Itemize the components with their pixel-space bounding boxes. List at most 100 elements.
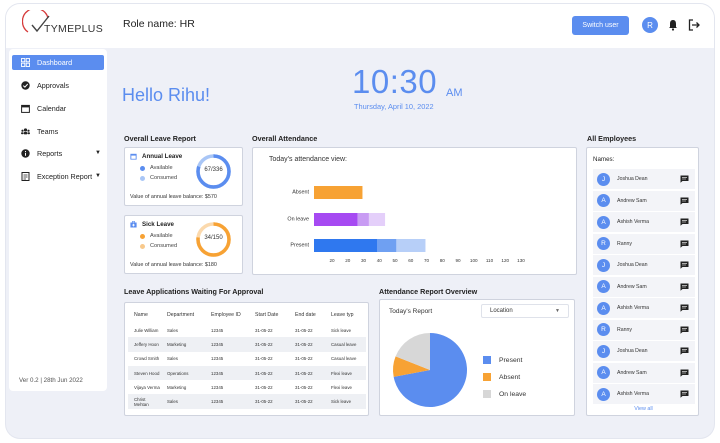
chat-icon[interactable] [680,283,689,291]
chat-icon[interactable] [680,240,689,248]
table-cell: Casual leave [325,337,366,352]
employee-name: Andrew Sam [617,283,647,290]
legend-label: Consumed [150,175,178,181]
sick-leave-card[interactable]: Sick Leave Available Consumed 34/150 Val… [124,215,243,274]
employee-name: Ranny [617,326,632,333]
bar-segment[interactable] [314,186,363,199]
sidebar-item-calendar[interactable]: Calendar [12,101,104,116]
sidebar-item-approvals[interactable]: Approvals [12,78,104,93]
annual-leave-ratio: 67/336 [204,167,223,173]
avatar: R [597,323,610,336]
x-tick-label: 40 [377,258,383,263]
table-cell: Sick leave [325,394,366,409]
avatar[interactable]: R [642,17,658,33]
chat-icon[interactable] [680,326,689,334]
chat-icon[interactable] [680,390,689,398]
list-item[interactable]: J Joshua Dean [593,341,695,361]
table-cell: Sales [167,356,178,362]
clock-time: 10:30 [352,63,438,100]
table-row[interactable]: Julie William Sales 12345 31-05-22 31-05-22 S… [128,323,366,337]
x-tick-label: 20 [329,258,335,263]
annual-leave-label: Annual Leave [142,153,183,160]
list-item[interactable]: A Ashish Verma [593,298,695,318]
clock-date: Thursday, April 10, 2022 [354,102,434,111]
table-cell: Steven Hood [128,365,161,381]
table-header-row: Name Department Employee ID Start Date E… [128,307,366,323]
avatar: A [597,387,610,401]
bar-segment[interactable] [357,213,369,226]
chevron-down-icon: ▼ [555,308,560,314]
avatar: A [597,215,610,229]
view-all-link[interactable]: View all [587,406,700,412]
employee-name: Joshua Dean [617,262,648,268]
team-icon [21,127,30,136]
legend-label: Consumed [150,243,178,249]
annual-leave-card[interactable]: Annual Leave Available Consumed 67/336 V… [124,147,243,206]
chat-icon[interactable] [680,218,689,226]
calendar-icon [130,153,137,160]
legend-swatch [483,390,491,398]
medical-bag-icon [130,221,137,228]
legend-consumed: Consumed [140,175,177,181]
chat-icon[interactable] [680,175,689,183]
table-cell: 31-05-22 [249,337,289,352]
avatar: A [597,301,610,315]
table-row[interactable]: Vijaya Verma Marketing 12345 31-05-22 31-05-… [128,380,366,394]
list-item[interactable]: A Andrew Sam [593,362,695,383]
list-item[interactable]: A Andrew Sam [593,276,695,297]
section-title-approvals: Leave Applications Waiting For Approval [124,287,264,296]
chat-icon[interactable] [680,261,689,269]
employee-name: Ashish Verma [617,305,650,311]
bar-segment[interactable] [314,213,358,226]
bar-segment[interactable] [396,239,426,252]
list-item[interactable]: J Joshua Dean [593,255,695,275]
sidebar-item-reports[interactable]: Reports ▼ [12,146,104,161]
table-row[interactable]: Christ Mehtan Sales 12345 31-05-22 31-05-22 S… [128,394,366,409]
list-item[interactable]: A Ashish Verma [593,212,695,232]
x-tick-label: 120 [501,258,509,263]
table-row[interactable]: Jeffery Hoon Marketing 12345 31-05-22 31-05-… [128,337,366,352]
legend-label: Absent [499,373,521,381]
table-cell: Julie William [134,327,159,333]
sidebar-item-label: Approvals [37,81,69,90]
table-row[interactable]: Steven Hood Operations 12345 31-05-22 31-05-… [128,365,366,381]
x-tick-label: 80 [440,258,446,263]
table-row[interactable]: Crowd Smith Sales 12345 31-05-22 31-05-22 Cas… [128,352,366,366]
bell-icon[interactable] [666,18,680,32]
switch-user-button[interactable]: Switch user [572,16,629,35]
sidebar-item-teams[interactable]: Teams [12,124,104,139]
bar-segment[interactable] [314,239,377,252]
table-cell: Casual leave [331,356,357,362]
chat-icon[interactable] [680,347,689,355]
legend-swatch [483,356,491,364]
employee-name: Ranny [617,240,632,247]
list-item[interactable]: R Ranny [593,319,695,340]
bar-segment[interactable] [377,239,397,252]
list-item[interactable]: J Joshua Dean [593,169,695,189]
x-tick-label: 50 [392,258,398,263]
dropdown-value: Location [490,308,513,314]
role-name: Role name: HR [123,18,195,30]
list-item[interactable]: A Ashish Verma [593,384,695,404]
logout-icon[interactable] [687,18,701,32]
employees-header: Names: [593,156,615,163]
chat-icon[interactable] [680,197,689,205]
list-item[interactable]: A Andrew Sam [593,190,695,211]
bar-segment[interactable] [368,213,386,226]
caret-down-icon: ▼ [95,173,101,179]
app-frame: TYMEPLUS Role name: HR Switch user R Das… [6,4,714,438]
table-cell: Sick leave [331,327,352,333]
logo-text: TYMEPLUS [44,23,103,35]
app-logo[interactable]: TYMEPLUS [21,7,112,44]
legend-swatch [483,373,491,381]
legend-label: Available [150,233,173,239]
chat-icon[interactable] [680,304,689,312]
location-dropdown[interactable]: Location ▼ [481,304,569,318]
table-cell: 31-05-22 [295,384,313,390]
sidebar-item-dashboard[interactable]: Dashboard [12,55,104,70]
avatar: A [597,280,610,293]
sidebar-item-exception-report[interactable]: Exception Report ▼ [12,169,104,184]
chat-icon[interactable] [680,369,689,377]
table-cell: 31-05-22 [289,337,325,352]
list-item[interactable]: R Ranny [593,233,695,254]
